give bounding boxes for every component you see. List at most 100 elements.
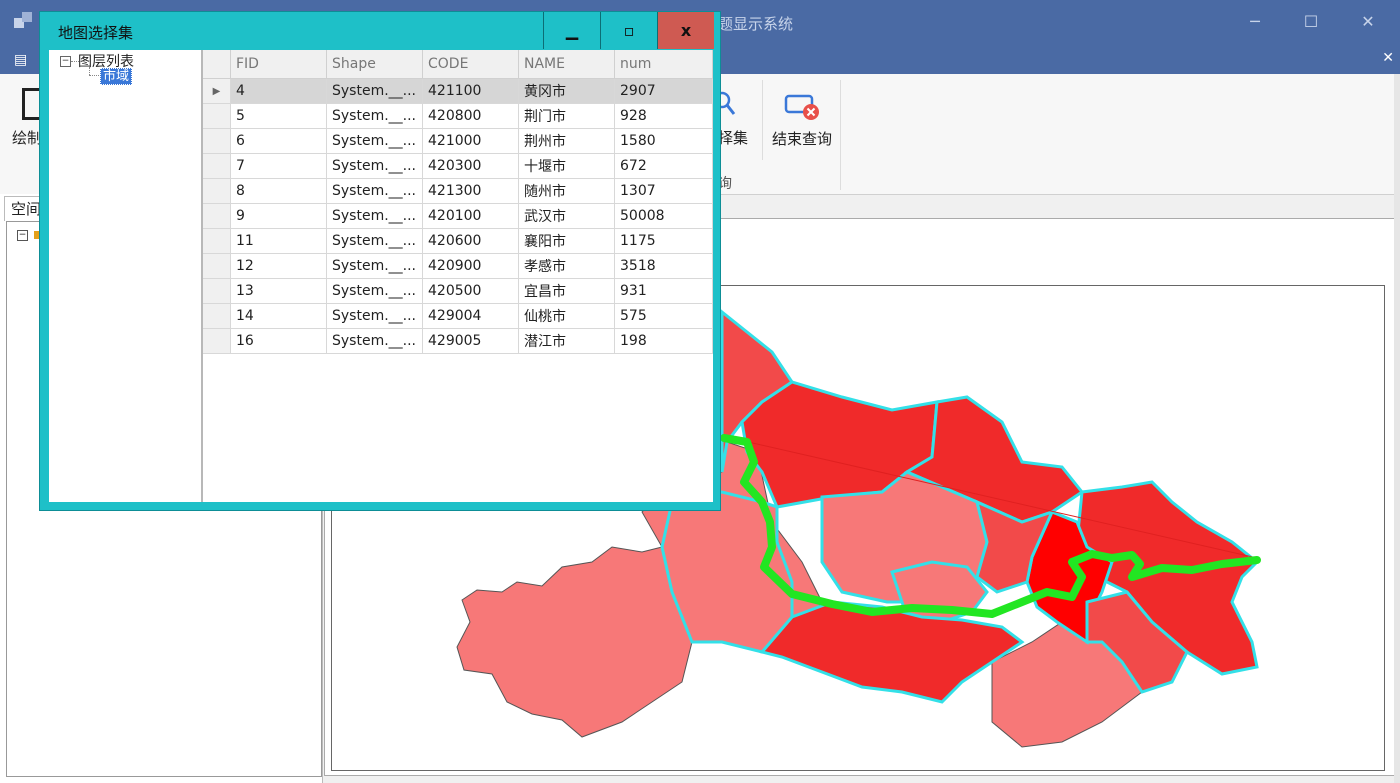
cell-name[interactable]: 武汉市 (518, 203, 615, 229)
region-shiyan[interactable] (456, 546, 693, 738)
main-maximize-button[interactable]: ☐ (1293, 8, 1329, 36)
cell-shape[interactable]: System.__... (326, 278, 423, 304)
cell-code[interactable]: 420600 (422, 228, 519, 254)
draw-button-label[interactable]: 绘制 (12, 127, 42, 148)
grid-corner-cell[interactable] (203, 50, 231, 79)
column-header-code[interactable]: CODE (422, 50, 519, 79)
table-row[interactable]: 12 System.__... 420900 孝感市 3518 (203, 253, 713, 279)
cell-num[interactable]: 928 (614, 103, 713, 129)
cell-name[interactable]: 仙桃市 (518, 303, 615, 329)
cell-fid[interactable]: 7 (230, 153, 327, 179)
cell-shape[interactable]: System.__... (326, 328, 423, 354)
close-icon[interactable]: ✕ (1382, 50, 1394, 66)
cell-num[interactable]: 198 (614, 328, 713, 354)
row-header-cell[interactable] (203, 303, 231, 329)
right-scrollbar[interactable] (1394, 194, 1400, 783)
cell-num[interactable]: 931 (614, 278, 713, 304)
cell-fid[interactable]: 16 (230, 328, 327, 354)
cell-num[interactable]: 1580 (614, 128, 713, 154)
table-row[interactable]: 16 System.__... 429005 潜江市 198 (203, 328, 713, 354)
attribute-grid[interactable]: FID Shape CODE NAME num ▶ 4 System.__... 42… (203, 50, 713, 354)
cell-shape[interactable]: System.__... (326, 203, 423, 229)
cell-num[interactable]: 575 (614, 303, 713, 329)
table-row[interactable]: 11 System.__... 420600 襄阳市 1175 (203, 228, 713, 254)
table-row[interactable]: ▶ 4 System.__... 421100 黄冈市 2907 (203, 78, 713, 104)
ribbon-scrollbar[interactable] (1394, 74, 1400, 194)
cell-fid[interactable]: 4 (230, 78, 327, 104)
cell-code[interactable]: 429004 (422, 303, 519, 329)
end-query-button[interactable]: 结束查询 (764, 78, 838, 184)
main-minimize-button[interactable]: ─ (1237, 8, 1273, 36)
tree-expander-icon[interactable]: − (17, 230, 28, 241)
cell-code[interactable]: 421000 (422, 128, 519, 154)
cell-code[interactable]: 421300 (422, 178, 519, 204)
cell-fid[interactable]: 14 (230, 303, 327, 329)
row-header-cell[interactable] (203, 328, 231, 354)
cell-shape[interactable]: System.__... (326, 253, 423, 279)
cell-name[interactable]: 襄阳市 (518, 228, 615, 254)
cell-num[interactable]: 1307 (614, 178, 713, 204)
cell-fid[interactable]: 13 (230, 278, 327, 304)
cell-code[interactable]: 420900 (422, 253, 519, 279)
cell-shape[interactable]: System.__... (326, 153, 423, 179)
cell-shape[interactable]: System.__... (326, 78, 423, 104)
select-set-button-label[interactable]: 择集 (718, 127, 748, 148)
tree-collapse-icon[interactable]: − (60, 56, 71, 67)
cell-code[interactable]: 420500 (422, 278, 519, 304)
cell-fid[interactable]: 9 (230, 203, 327, 229)
cell-fid[interactable]: 12 (230, 253, 327, 279)
column-header-shape[interactable]: Shape (326, 50, 423, 79)
cell-fid[interactable]: 8 (230, 178, 327, 204)
cell-fid[interactable]: 6 (230, 128, 327, 154)
cell-name[interactable]: 黄冈市 (518, 78, 615, 104)
dialog-maximize-button[interactable]: ▫ (600, 12, 657, 49)
column-header-name[interactable]: NAME (518, 50, 615, 79)
table-row[interactable]: 7 System.__... 420300 十堰市 672 (203, 153, 713, 179)
column-header-num[interactable]: num (614, 50, 713, 79)
cell-shape[interactable]: System.__... (326, 303, 423, 329)
table-row[interactable]: 13 System.__... 420500 宜昌市 931 (203, 278, 713, 304)
table-row[interactable]: 6 System.__... 421000 荆州市 1580 (203, 128, 713, 154)
menu-icon[interactable]: ▤ (14, 52, 27, 68)
row-header-cell[interactable] (203, 228, 231, 254)
cell-code[interactable]: 421100 (422, 78, 519, 104)
cell-shape[interactable]: System.__... (326, 228, 423, 254)
dialog-close-button[interactable]: x (657, 12, 714, 49)
row-header-cell[interactable] (203, 203, 231, 229)
cell-num[interactable]: 2907 (614, 78, 713, 104)
row-header-cell[interactable] (203, 178, 231, 204)
table-row[interactable]: 14 System.__... 429004 仙桃市 575 (203, 303, 713, 329)
cell-num[interactable]: 672 (614, 153, 713, 179)
row-header-cell[interactable] (203, 253, 231, 279)
cell-num[interactable]: 3518 (614, 253, 713, 279)
attribute-table[interactable]: FID Shape CODE NAME num ▶ 4 System.__... 42… (203, 50, 713, 502)
row-header-cell[interactable] (203, 103, 231, 129)
column-header-fid[interactable]: FID (230, 50, 327, 79)
cell-name[interactable]: 宜昌市 (518, 278, 615, 304)
table-row[interactable]: 9 System.__... 420100 武汉市 50008 (203, 203, 713, 229)
cell-name[interactable]: 荆门市 (518, 103, 615, 129)
row-header-cell[interactable] (203, 128, 231, 154)
cell-name[interactable]: 潜江市 (518, 328, 615, 354)
main-close-button[interactable]: ✕ (1350, 8, 1386, 36)
cell-code[interactable]: 420300 (422, 153, 519, 179)
cell-fid[interactable]: 5 (230, 103, 327, 129)
row-header-cell[interactable] (203, 278, 231, 304)
cell-name[interactable]: 荆州市 (518, 128, 615, 154)
row-header-cell[interactable]: ▶ (203, 78, 231, 104)
cell-code[interactable]: 420800 (422, 103, 519, 129)
cell-shape[interactable]: System.__... (326, 128, 423, 154)
cell-name[interactable]: 随州市 (518, 178, 615, 204)
tree-item-city-layer[interactable]: 市域 (100, 68, 133, 85)
cell-num[interactable]: 1175 (614, 228, 713, 254)
table-row[interactable]: 5 System.__... 420800 荆门市 928 (203, 103, 713, 129)
cell-code[interactable]: 420100 (422, 203, 519, 229)
dialog-minimize-button[interactable]: ▁ (543, 12, 600, 49)
table-row[interactable]: 8 System.__... 421300 随州市 1307 (203, 178, 713, 204)
cell-shape[interactable]: System.__... (326, 178, 423, 204)
cell-code[interactable]: 429005 (422, 328, 519, 354)
row-header-cell[interactable] (203, 153, 231, 179)
cell-name[interactable]: 十堰市 (518, 153, 615, 179)
cell-fid[interactable]: 11 (230, 228, 327, 254)
cell-name[interactable]: 孝感市 (518, 253, 615, 279)
